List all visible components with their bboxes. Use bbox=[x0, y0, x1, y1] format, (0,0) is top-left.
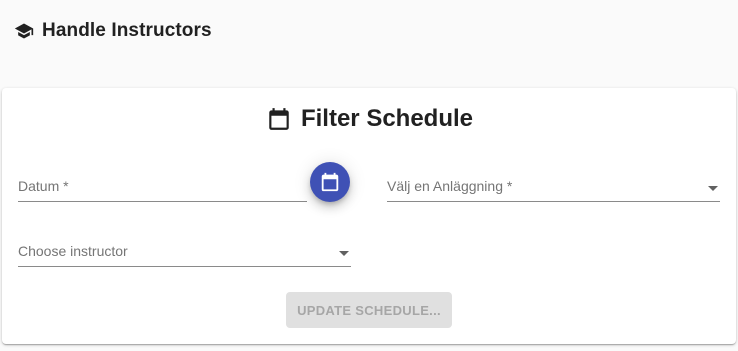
date-field-underline bbox=[18, 201, 307, 202]
instructor-select-underline bbox=[18, 266, 351, 267]
page-title: Handle Instructors bbox=[42, 20, 212, 41]
instructor-select[interactable]: Choose instructor bbox=[18, 243, 351, 267]
update-schedule-button[interactable]: UPDATE SCHEDULE... bbox=[286, 292, 452, 328]
date-field[interactable]: Datum * bbox=[18, 178, 307, 202]
facility-select-label: Välj en Anläggning * bbox=[387, 178, 513, 194]
facility-select-underline bbox=[387, 201, 720, 202]
card-title-text: Filter Schedule bbox=[300, 105, 474, 132]
calendar-icon bbox=[265, 105, 293, 133]
facility-select[interactable]: Välj en Anläggning * bbox=[387, 178, 720, 202]
card-title: Filter Schedule bbox=[2, 105, 736, 133]
filter-schedule-card: Filter Schedule Datum * Välj en Anläggni… bbox=[2, 88, 736, 344]
graduation-cap-icon bbox=[12, 19, 36, 43]
instructor-select-label: Choose instructor bbox=[18, 243, 128, 259]
date-field-label: Datum * bbox=[18, 178, 69, 194]
page-header: Handle Instructors bbox=[12, 19, 212, 43]
calendar-icon bbox=[319, 171, 341, 193]
dropdown-arrow-icon bbox=[708, 186, 718, 191]
dropdown-arrow-icon bbox=[339, 251, 349, 256]
date-picker-button[interactable] bbox=[310, 162, 350, 202]
